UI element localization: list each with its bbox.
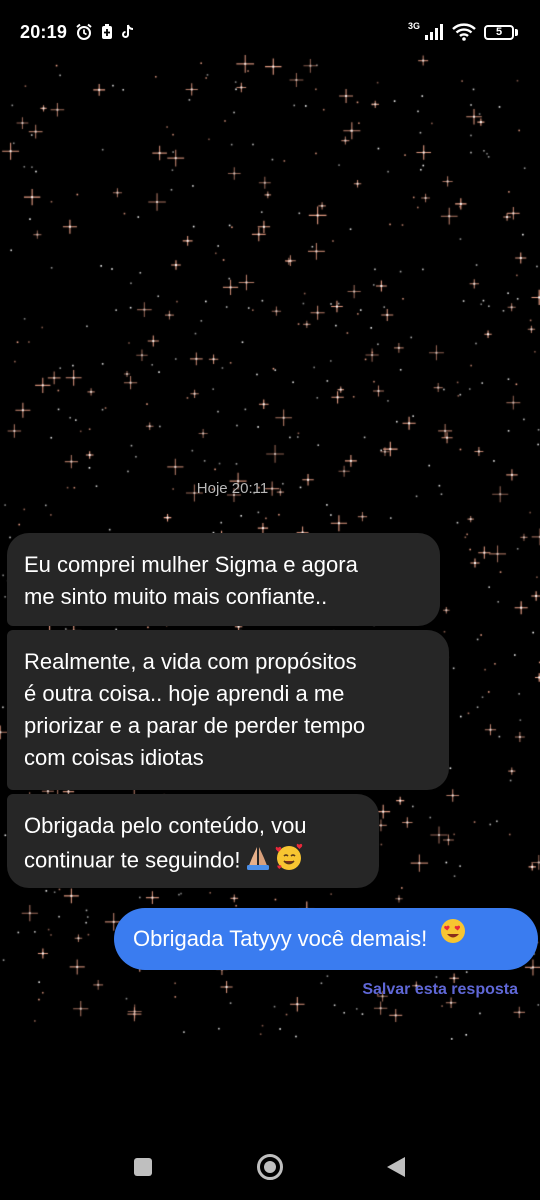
signal-icon: [424, 24, 444, 40]
message-line: Eu comprei mulher Sigma e agora: [24, 552, 358, 577]
wifi-icon: [452, 23, 476, 41]
received-message[interactable]: Obrigada pelo conteúdo, vou continuar te…: [7, 794, 379, 888]
navigation-bar: [0, 1128, 540, 1200]
sent-message-text: Obrigada Tatyyy você demais!: [133, 926, 428, 951]
battery-saver-icon: [101, 24, 113, 40]
message-line-text: continuar te seguindo!: [24, 847, 241, 873]
battery-level: 5: [495, 26, 503, 38]
tiktok-icon: [121, 24, 135, 40]
received-message[interactable]: Realmente, a vida com propósitos é outra…: [7, 630, 449, 790]
save-reply-link[interactable]: Salvar esta resposta: [362, 981, 518, 999]
clock: 20:19: [20, 21, 68, 42]
message-line: Obrigada pelo conteúdo, vou: [24, 813, 307, 838]
alarm-icon: [75, 23, 93, 41]
message-line: Realmente, a vida com propósitos: [24, 649, 357, 674]
message-line: me sinto muito mais confiante..: [24, 584, 328, 609]
praying-hands-emoji-icon: [244, 844, 272, 879]
back-icon[interactable]: [385, 1155, 407, 1179]
status-bar: 20:19 3G 5: [0, 0, 540, 64]
sent-message[interactable]: Obrigada Tatyyy você demais!: [114, 908, 538, 970]
smiling-face-with-hearts-emoji-icon: [274, 842, 304, 881]
received-message[interactable]: Eu comprei mulher Sigma e agora me sinto…: [7, 533, 440, 626]
battery-icon: 5: [484, 24, 518, 40]
message-line: com coisas idiotas: [24, 745, 204, 770]
thread-timestamp: Hoje 20:11: [196, 480, 269, 497]
home-icon[interactable]: [256, 1153, 284, 1181]
message-line-with-emoji: continuar te seguindo!: [24, 842, 361, 881]
network-type: 3G: [407, 21, 420, 31]
recent-apps-icon[interactable]: [133, 1157, 153, 1177]
message-line: priorizar e a parar de perder tempo: [24, 713, 366, 738]
heart-eyes-emoji-icon: [439, 907, 467, 969]
message-line: é outra coisa.. hoje aprendi a me: [24, 681, 345, 706]
